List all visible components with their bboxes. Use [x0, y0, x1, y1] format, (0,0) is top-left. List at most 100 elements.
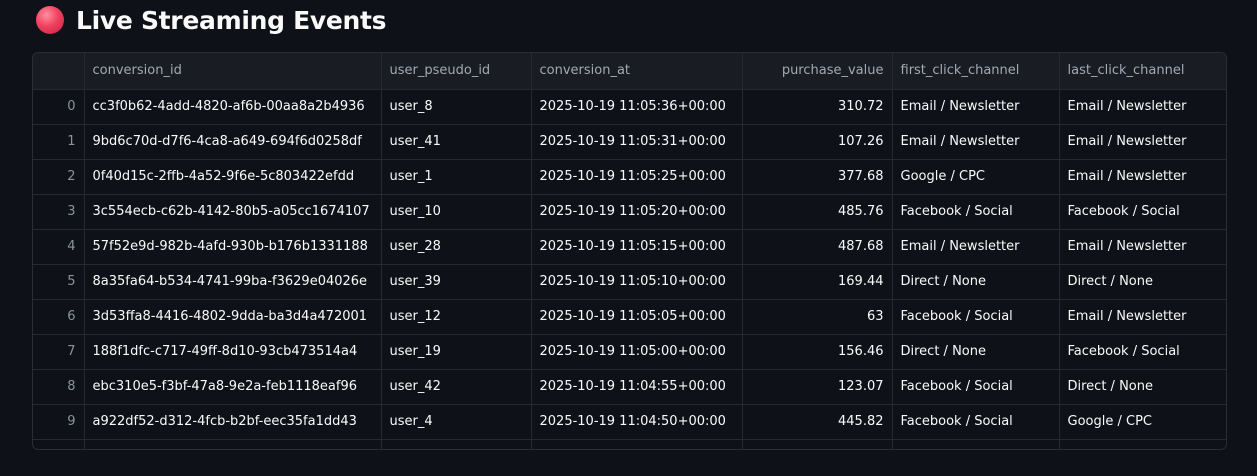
cell-last-click-channel[interactable]: Email / Newsletter [1059, 299, 1226, 335]
cell-purchase-value[interactable]: 63 [742, 299, 893, 335]
cell-purchase-value[interactable]: 123.07 [742, 369, 893, 405]
cell-purchase-value[interactable]: 485.76 [742, 194, 893, 230]
table-row: 2 0f40d15c-2ffb-4a52-9f6e-5c803422efdd use… [33, 159, 1226, 195]
table-row: 0 cc3f0b62-4add-4820-af6b-00aa8a2b4936 use… [33, 89, 1226, 125]
cell-last-click-channel[interactable]: Email / Newsletter [1059, 89, 1226, 125]
column-header-last-click-channel[interactable]: last_click_channel [1059, 53, 1226, 90]
cell-purchase-value[interactable]: 487.68 [742, 229, 893, 265]
cell-user-pseudo-id[interactable]: user_42 [381, 369, 532, 405]
cell-conversion-id[interactable]: 9bd6c70d-d7f6-4ca8-a649-694f6d0258df [84, 124, 382, 160]
empty-cell [381, 439, 532, 449]
cell-conversion-id[interactable]: 57f52e9d-982b-4afd-930b-b176b1331188 [84, 229, 382, 265]
empty-cell [531, 439, 743, 449]
column-header-purchase-value[interactable]: purchase_value [742, 53, 893, 90]
table-row: 9 a922df52-d312-4fcb-b2bf-eec35fa1dd43 use… [33, 404, 1226, 440]
row-index[interactable]: 1 [33, 124, 85, 160]
cell-first-click-channel[interactable]: Email / Newsletter [892, 229, 1060, 265]
cell-user-pseudo-id[interactable]: user_41 [381, 124, 532, 160]
cell-purchase-value[interactable]: 445.82 [742, 404, 893, 440]
cell-first-click-channel[interactable]: Facebook / Social [892, 404, 1060, 440]
cell-conversion-at[interactable]: 2025-10-19 11:05:25+00:00 [531, 159, 743, 195]
cell-conversion-id[interactable]: ebc310e5-f3bf-47a8-9e2a-feb1118eaf96 [84, 369, 382, 405]
cell-conversion-at[interactable]: 2025-10-19 11:05:10+00:00 [531, 264, 743, 300]
cell-user-pseudo-id[interactable]: user_28 [381, 229, 532, 265]
column-header-first-click-channel[interactable]: first_click_channel [892, 53, 1060, 90]
cell-last-click-channel[interactable]: Direct / None [1059, 264, 1226, 300]
empty-cell [1059, 439, 1226, 449]
table-row: 7 188f1dfc-c717-49ff-8d10-93cb473514a4 use… [33, 334, 1226, 370]
cell-conversion-id[interactable]: 3d53ffa8-4416-4802-9dda-ba3d4a472001 [84, 299, 382, 335]
cell-last-click-channel[interactable]: Facebook / Social [1059, 334, 1226, 370]
cell-conversion-id[interactable]: a922df52-d312-4fcb-b2bf-eec35fa1dd43 [84, 404, 382, 440]
cell-last-click-channel[interactable]: Direct / None [1059, 369, 1226, 405]
table-row: 3 3c554ecb-c62b-4142-80b5-a05cc1674107 use… [33, 194, 1226, 230]
cell-user-pseudo-id[interactable]: user_10 [381, 194, 532, 230]
cell-purchase-value[interactable]: 156.46 [742, 334, 893, 370]
page-header: Live Streaming Events [36, 2, 387, 38]
cell-last-click-channel[interactable]: Email / Newsletter [1059, 229, 1226, 265]
cell-conversion-at[interactable]: 2025-10-19 11:04:50+00:00 [531, 404, 743, 440]
cell-first-click-channel[interactable]: Email / Newsletter [892, 124, 1060, 160]
column-header-index[interactable] [33, 53, 85, 90]
row-index[interactable]: 0 [33, 89, 85, 125]
table-row: 5 8a35fa64-b534-4741-99ba-f3629e04026e use… [33, 264, 1226, 300]
header-row: conversion_id user_pseudo_id conversion_… [33, 53, 1226, 90]
cell-conversion-at[interactable]: 2025-10-19 11:05:31+00:00 [531, 124, 743, 160]
cell-purchase-value[interactable]: 310.72 [742, 89, 893, 125]
row-index[interactable]: 9 [33, 404, 85, 440]
cell-user-pseudo-id[interactable]: user_4 [381, 404, 532, 440]
row-index[interactable]: 7 [33, 334, 85, 370]
empty-cell [33, 439, 85, 449]
cell-first-click-channel[interactable]: Facebook / Social [892, 299, 1060, 335]
row-index[interactable]: 2 [33, 159, 85, 195]
cell-conversion-at[interactable]: 2025-10-19 11:05:05+00:00 [531, 299, 743, 335]
cell-conversion-at[interactable]: 2025-10-19 11:05:20+00:00 [531, 194, 743, 230]
cell-conversion-at[interactable]: 2025-10-19 11:05:15+00:00 [531, 229, 743, 265]
empty-cell [84, 439, 382, 449]
cell-user-pseudo-id[interactable]: user_19 [381, 334, 532, 370]
table-row: 1 9bd6c70d-d7f6-4ca8-a649-694f6d0258df use… [33, 124, 1226, 160]
cell-conversion-at[interactable]: 2025-10-19 11:05:36+00:00 [531, 89, 743, 125]
cell-purchase-value[interactable]: 169.44 [742, 264, 893, 300]
row-index[interactable]: 5 [33, 264, 85, 300]
cell-conversion-id[interactable]: 188f1dfc-c717-49ff-8d10-93cb473514a4 [84, 334, 382, 370]
cell-conversion-at[interactable]: 2025-10-19 11:05:00+00:00 [531, 334, 743, 370]
table-row-partial [33, 439, 1226, 449]
row-index[interactable]: 4 [33, 229, 85, 265]
table-row: 6 3d53ffa8-4416-4802-9dda-ba3d4a472001 use… [33, 299, 1226, 335]
cell-last-click-channel[interactable]: Email / Newsletter [1059, 124, 1226, 160]
cell-conversion-id[interactable]: 8a35fa64-b534-4741-99ba-f3629e04026e [84, 264, 382, 300]
table-row: 4 57f52e9d-982b-4afd-930b-b176b1331188 use… [33, 229, 1226, 265]
cell-purchase-value[interactable]: 377.68 [742, 159, 893, 195]
table-row: 8 ebc310e5-f3bf-47a8-9e2a-feb1118eaf96 use… [33, 369, 1226, 405]
cell-last-click-channel[interactable]: Google / CPC [1059, 404, 1226, 440]
data-grid[interactable]: conversion_id user_pseudo_id conversion_… [32, 52, 1227, 450]
row-index[interactable]: 3 [33, 194, 85, 230]
cell-first-click-channel[interactable]: Direct / None [892, 334, 1060, 370]
cell-first-click-channel[interactable]: Email / Newsletter [892, 89, 1060, 125]
cell-first-click-channel[interactable]: Facebook / Social [892, 369, 1060, 405]
empty-cell [742, 439, 893, 449]
cell-user-pseudo-id[interactable]: user_1 [381, 159, 532, 195]
empty-cell [892, 439, 1060, 449]
cell-first-click-channel[interactable]: Google / CPC [892, 159, 1060, 195]
cell-conversion-at[interactable]: 2025-10-19 11:04:55+00:00 [531, 369, 743, 405]
events-table: conversion_id user_pseudo_id conversion_… [33, 53, 1226, 449]
cell-first-click-channel[interactable]: Direct / None [892, 264, 1060, 300]
cell-last-click-channel[interactable]: Email / Newsletter [1059, 159, 1226, 195]
cell-conversion-id[interactable]: cc3f0b62-4add-4820-af6b-00aa8a2b4936 [84, 89, 382, 125]
cell-last-click-channel[interactable]: Facebook / Social [1059, 194, 1226, 230]
cell-user-pseudo-id[interactable]: user_39 [381, 264, 532, 300]
cell-conversion-id[interactable]: 3c554ecb-c62b-4142-80b5-a05cc1674107 [84, 194, 382, 230]
column-header-conversion-id[interactable]: conversion_id [84, 53, 382, 90]
row-index[interactable]: 8 [33, 369, 85, 405]
red-circle-icon [36, 6, 64, 34]
column-header-user-pseudo-id[interactable]: user_pseudo_id [381, 53, 532, 90]
column-header-conversion-at[interactable]: conversion_at [531, 53, 743, 90]
cell-purchase-value[interactable]: 107.26 [742, 124, 893, 160]
cell-first-click-channel[interactable]: Facebook / Social [892, 194, 1060, 230]
cell-conversion-id[interactable]: 0f40d15c-2ffb-4a52-9f6e-5c803422efdd [84, 159, 382, 195]
cell-user-pseudo-id[interactable]: user_12 [381, 299, 532, 335]
cell-user-pseudo-id[interactable]: user_8 [381, 89, 532, 125]
row-index[interactable]: 6 [33, 299, 85, 335]
